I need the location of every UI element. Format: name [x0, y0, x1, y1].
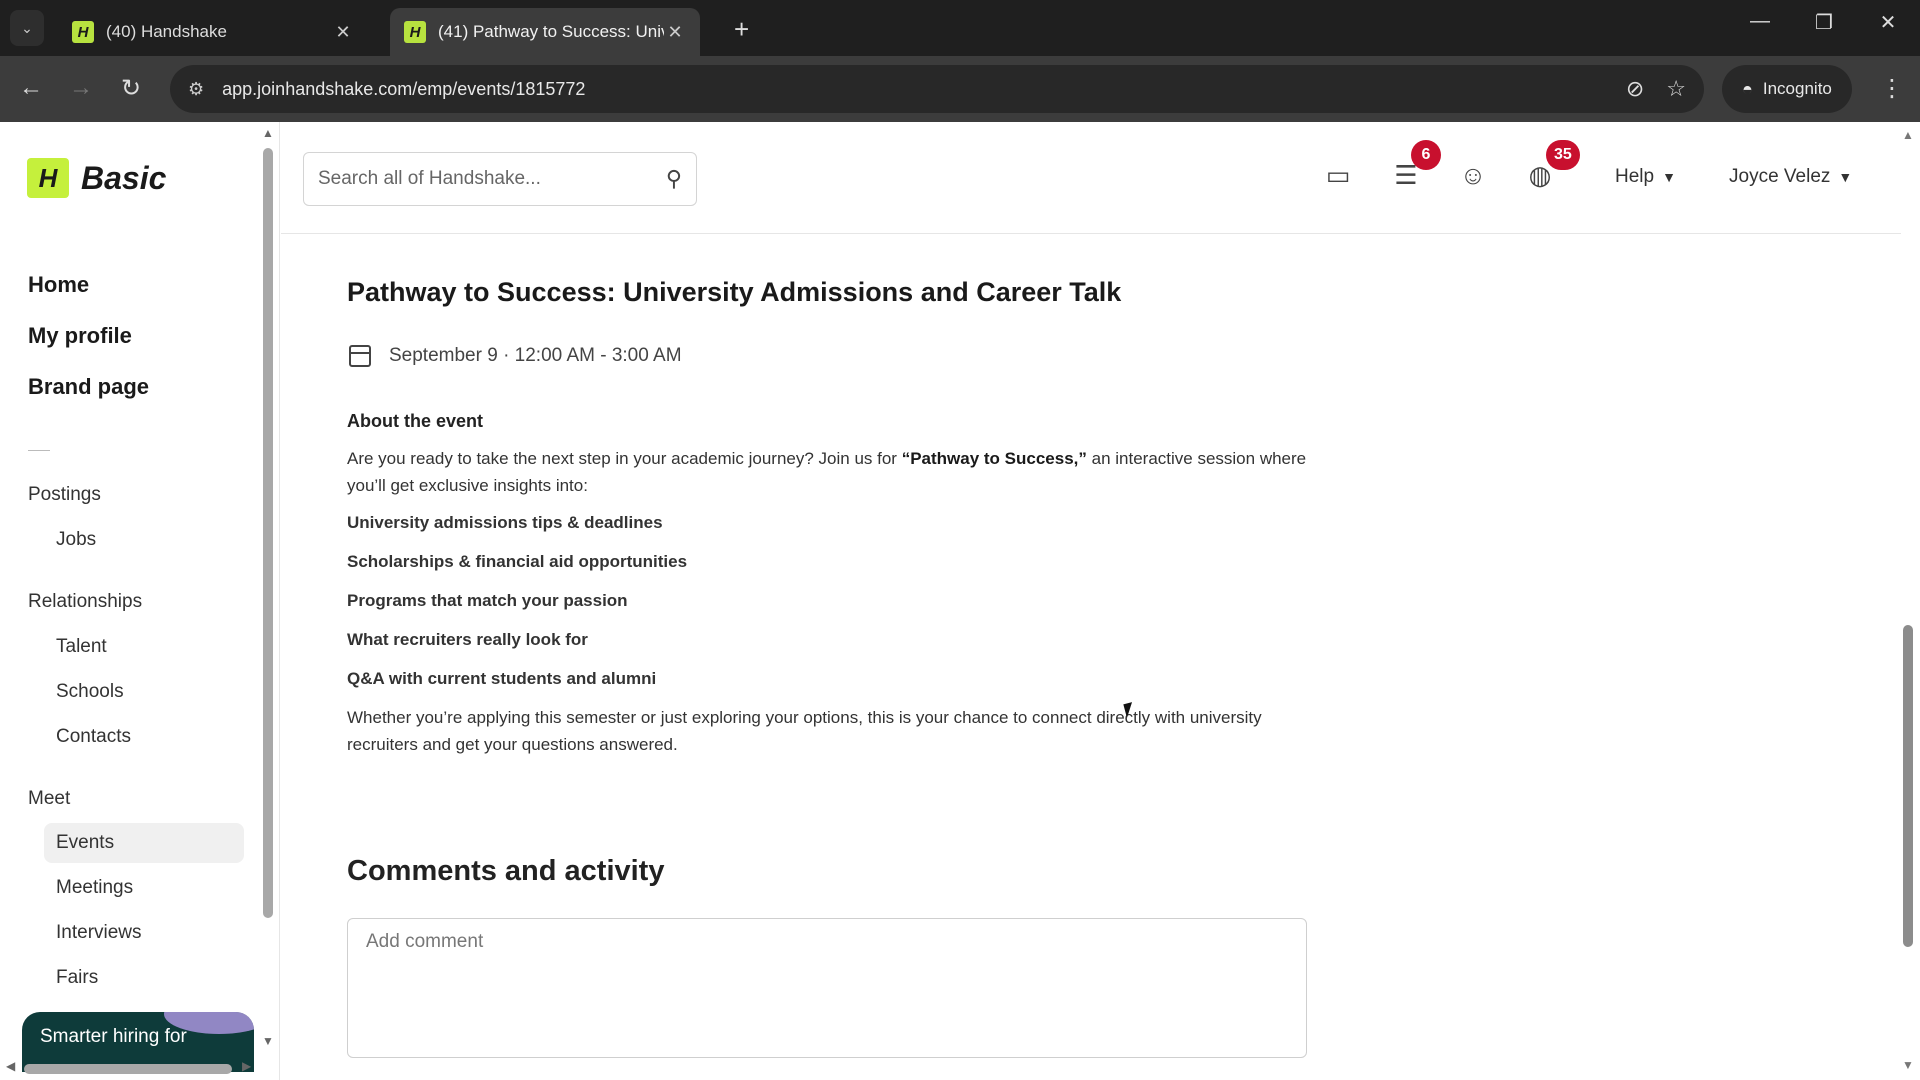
comment-input[interactable] — [347, 918, 1307, 1058]
event-details: Pathway to Success: University Admission… — [329, 235, 1341, 817]
browser-toolbar: ← → ↻ ⚙ app.joinhandshake.com/emp/events… — [0, 56, 1920, 122]
sidebar-item-fairs[interactable]: Fairs — [56, 967, 98, 989]
comments-heading: Comments and activity — [347, 855, 665, 887]
notifications-badge: 35 — [1546, 140, 1580, 170]
sidebar-item-meetings[interactable]: Meetings — [56, 877, 133, 899]
eye-off-icon[interactable]: ⊘ — [1626, 76, 1644, 102]
scroll-up-arrow-icon[interactable]: ▲ — [262, 126, 274, 140]
search-input[interactable] — [318, 168, 666, 190]
url-text[interactable]: app.joinhandshake.com/emp/events/1815772 — [222, 79, 1604, 100]
handshake-logo-icon: H — [27, 158, 69, 198]
page-scroll-up-icon[interactable]: ▲ — [1902, 128, 1914, 142]
event-date-row: September 9 · 12:00 AM - 3:00 AM — [349, 345, 682, 367]
tab-search-chevron-icon[interactable]: ⌄ — [10, 10, 44, 46]
help-menu[interactable]: Help ▼ — [1615, 166, 1676, 188]
sidebar-section-postings[interactable]: Postings — [28, 484, 101, 506]
browser-tab-strip: ⌄ H (40) Handshake ✕ H (41) Pathway to S… — [0, 0, 1920, 56]
sidebar-divider — [28, 450, 50, 451]
plan-tier: Basic — [81, 159, 167, 196]
page-scroll-down-icon[interactable]: ▼ — [1902, 1058, 1914, 1072]
scroll-left-arrow-icon[interactable]: ◀ — [6, 1059, 15, 1073]
intro-bold-text: “Pathway to Success,” — [901, 449, 1087, 468]
calendar-icon[interactable]: ▭ — [1321, 160, 1355, 194]
bookmark-star-icon[interactable]: ☆ — [1666, 76, 1686, 102]
tab-title: (41) Pathway to Success: Univer — [438, 22, 664, 41]
handshake-favicon-icon: H — [72, 21, 94, 43]
sidebar: H Basic Home My profile Brand page Posti… — [0, 122, 280, 1080]
sidebar-section-meet[interactable]: Meet — [28, 788, 70, 810]
top-header: ⚲ ▭ ☰ 6 ☺ ◍ 35 Help ▼ Joyce Velez ▼ — [281, 122, 1901, 234]
sidebar-item-schools[interactable]: Schools — [56, 681, 124, 703]
incognito-icon: ◓ — [1742, 78, 1753, 99]
back-arrow-icon[interactable]: ← — [14, 74, 48, 102]
browser-menu-icon[interactable]: ⋮ — [1880, 74, 1904, 103]
event-highlight: Programs that match your passion — [347, 591, 628, 610]
tab-title: (40) Handshake — [106, 22, 227, 41]
about-heading: About the event — [347, 411, 484, 431]
incognito-label: Incognito — [1762, 79, 1832, 98]
help-label: Help — [1615, 166, 1655, 187]
sidebar-item-jobs[interactable]: Jobs — [56, 529, 96, 551]
browser-tab-handshake[interactable]: H (40) Handshake ✕ — [58, 8, 368, 56]
sidebar-item-contacts[interactable]: Contacts — [56, 726, 131, 748]
handshake-favicon-icon: H — [404, 21, 426, 43]
sidebar-item-events[interactable]: Events — [44, 823, 244, 863]
event-highlight: Scholarships & financial aid opportuniti… — [347, 552, 688, 571]
user-name: Joyce Velez — [1729, 166, 1831, 187]
chevron-down-icon: ▼ — [1838, 169, 1853, 185]
minimize-icon[interactable]: — — [1740, 10, 1780, 33]
user-icon[interactable]: ☺ — [1456, 160, 1490, 194]
promo-banner[interactable]: Smarter hiring for — [22, 1012, 254, 1072]
event-highlight: University admissions tips & deadlines — [347, 513, 663, 532]
sidebar-scrollbar[interactable] — [263, 148, 273, 918]
window-close-icon[interactable]: ✕ — [1868, 10, 1908, 35]
new-tab-plus-icon[interactable]: + — [734, 14, 749, 45]
calendar-icon — [349, 345, 371, 367]
tab-close-icon[interactable]: ✕ — [664, 22, 686, 43]
incognito-indicator[interactable]: ◓ Incognito — [1722, 65, 1852, 113]
sidebar-section-relationships[interactable]: Relationships — [28, 591, 142, 613]
event-intro: Are you ready to take the next step in y… — [347, 445, 1307, 499]
restore-icon[interactable]: ❐ — [1804, 10, 1844, 35]
address-bar[interactable]: ⚙ app.joinhandshake.com/emp/events/18157… — [170, 65, 1704, 113]
messages-badge: 6 — [1411, 140, 1441, 170]
tab-close-icon[interactable]: ✕ — [332, 22, 354, 43]
scroll-right-arrow-icon[interactable]: ▶ — [242, 1059, 251, 1073]
event-date: September 9 · 12:00 AM - 3:00 AM — [389, 345, 682, 366]
sidebar-item-home[interactable]: Home — [28, 272, 89, 298]
scroll-down-arrow-icon[interactable]: ▼ — [262, 1034, 274, 1048]
search-icon[interactable]: ⚲ — [666, 166, 682, 192]
forward-arrow-icon[interactable]: → — [64, 74, 98, 102]
main-content: Pathway to Success: University Admission… — [281, 235, 1901, 1080]
site-info-icon[interactable]: ⚙ — [188, 79, 204, 100]
sidebar-item-interviews[interactable]: Interviews — [56, 922, 142, 944]
chevron-down-icon: ▼ — [1662, 169, 1676, 185]
intro-text: Are you ready to take the next step in y… — [347, 449, 902, 468]
sidebar-horizontal-scrollbar[interactable] — [24, 1064, 232, 1074]
event-title: Pathway to Success: University Admission… — [347, 277, 1122, 307]
event-highlight: What recruiters really look for — [347, 630, 588, 649]
sidebar-item-talent[interactable]: Talent — [56, 636, 107, 658]
user-menu[interactable]: Joyce Velez ▼ — [1729, 166, 1852, 188]
search-box[interactable]: ⚲ — [303, 152, 697, 206]
event-highlight: Q&A with current students and alumni — [347, 669, 657, 688]
reload-icon[interactable]: ↻ — [114, 74, 148, 103]
browser-tab-event[interactable]: H (41) Pathway to Success: Univer ✕ — [390, 8, 700, 56]
sidebar-item-my-profile[interactable]: My profile — [28, 323, 132, 349]
promo-text: Smarter hiring for — [40, 1026, 187, 1047]
sidebar-item-brand-page[interactable]: Brand page — [28, 374, 149, 400]
page-scrollbar[interactable] — [1903, 625, 1913, 947]
event-closing: Whether you’re applying this semester or… — [347, 708, 1262, 754]
brand[interactable]: H Basic — [27, 158, 166, 198]
